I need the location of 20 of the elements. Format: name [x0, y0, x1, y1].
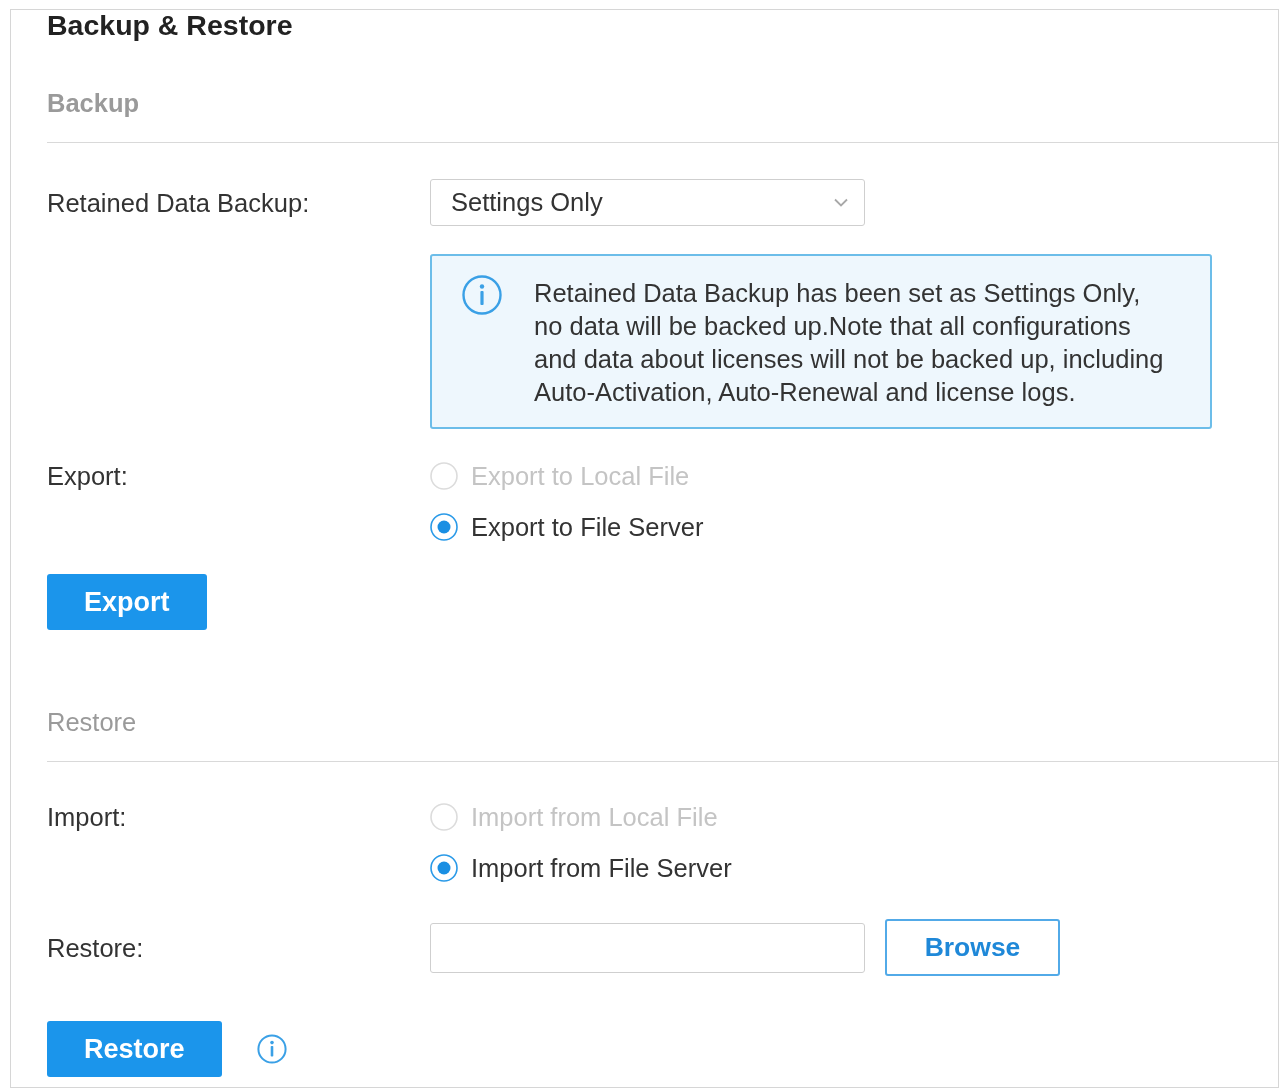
radio-button[interactable] [430, 854, 458, 882]
browse-button[interactable]: Browse [885, 919, 1060, 976]
field-label: Import: [47, 802, 127, 833]
field-label: Restore: [47, 932, 144, 964]
field-label: Export: [47, 461, 128, 492]
dropdown-select[interactable]: Settings Only [430, 179, 865, 226]
primary-button[interactable]: Restore [47, 1021, 222, 1077]
field-label: Retained Data Backup: [47, 187, 310, 219]
info-icon [462, 275, 502, 315]
radio-button[interactable] [430, 513, 458, 541]
page-title: Backup & Restore [47, 10, 294, 40]
radio-option[interactable]: Export to File Server [430, 508, 704, 546]
primary-button[interactable]: Export [47, 574, 207, 630]
notice-text: Retained Data Backup has been set as Settings Only, no data will be backed up.Note that all configurations and data about licenses will not be backed up, including Auto-Activation, Auto-Renewal and license logs. [534, 278, 1165, 408]
section-heading: Backup [47, 89, 140, 117]
radio-option[interactable]: Import from File Server [430, 849, 732, 887]
file-path-field[interactable] [430, 922, 865, 973]
section-heading: Restore [47, 708, 137, 736]
info-icon[interactable] [256, 1034, 287, 1064]
chevron-down-icon [834, 198, 848, 207]
